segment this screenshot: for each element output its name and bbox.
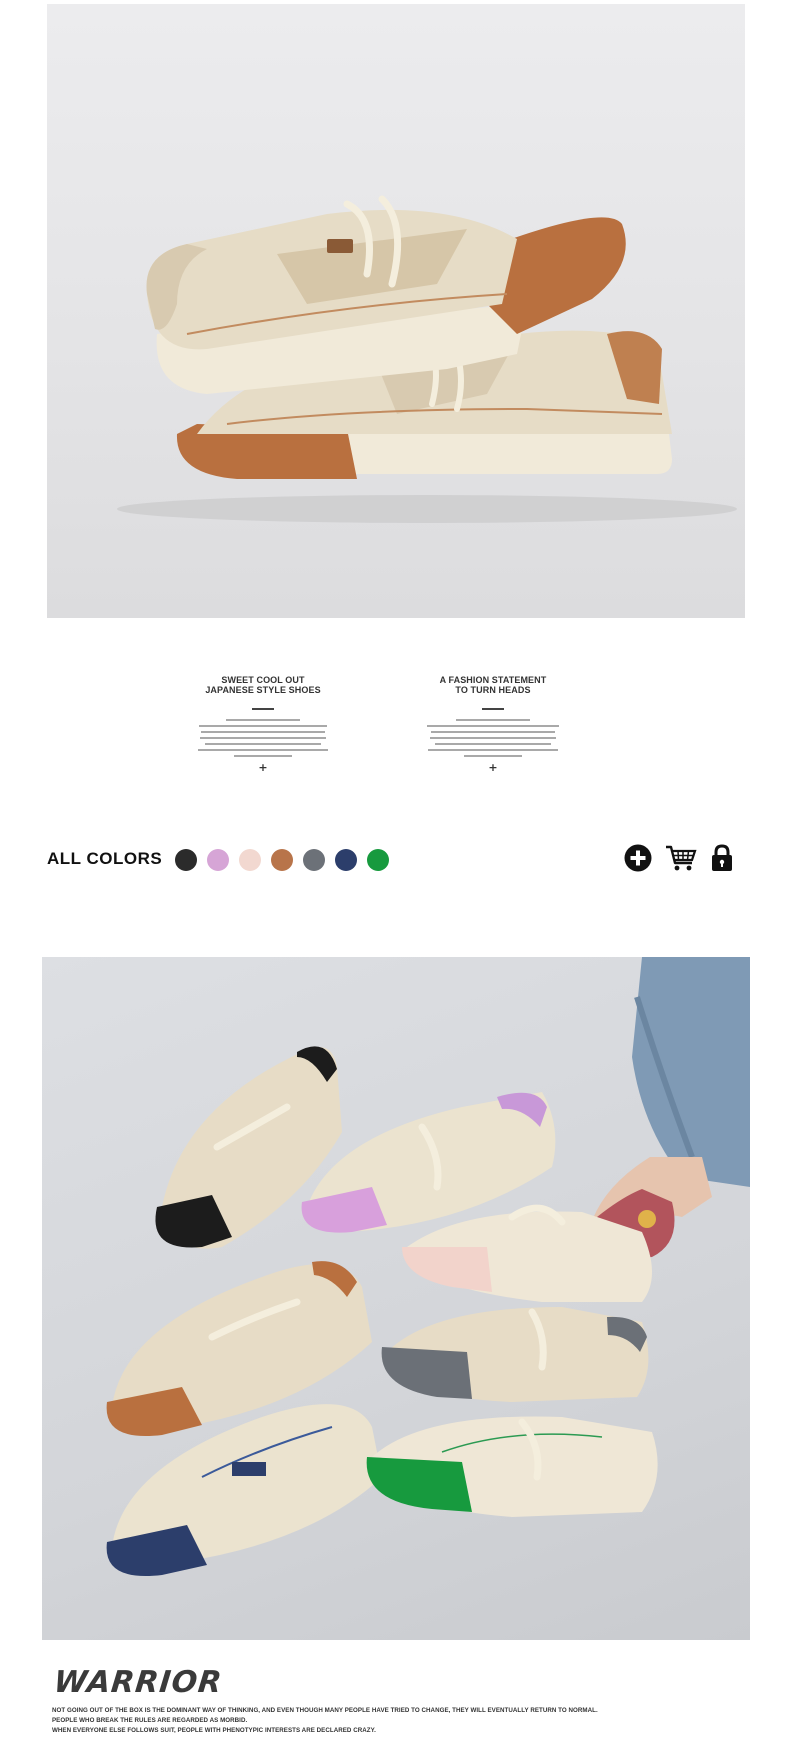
brand-tagline-line: WHEN EVERYONE ELSE FOLLOWS SUIT, PEOPLE … [52, 1727, 376, 1734]
cart-icon[interactable] [664, 843, 698, 873]
feature-plus[interactable]: + [408, 762, 578, 773]
color-swatch-lilac[interactable] [207, 849, 229, 871]
feature-body-text [408, 719, 578, 757]
feature-title: A FASHION STATEMENT TO TURN HEADS [408, 675, 578, 695]
lock-icon[interactable] [709, 843, 735, 873]
feature-column-1: SWEET COOL OUT JAPANESE STYLE SHOES + [178, 675, 348, 773]
sneaker-grey [381, 1307, 649, 1402]
brand-tagline-line: NOT GOING OUT OF THE BOX IS THE DOMINANT… [52, 1707, 598, 1714]
color-swatch-pink[interactable] [239, 849, 261, 871]
feature-title-line: JAPANESE STYLE SHOES [205, 685, 321, 695]
feature-title-line: TO TURN HEADS [455, 685, 531, 695]
feature-body-text [178, 719, 348, 757]
feature-divider [482, 708, 504, 710]
feature-title: SWEET COOL OUT JAPANESE STYLE SHOES [178, 675, 348, 695]
feature-title-line: SWEET COOL OUT [221, 675, 305, 685]
color-swatch-black[interactable] [175, 849, 197, 871]
hero-product-photo [47, 4, 745, 618]
feature-column-2: A FASHION STATEMENT TO TURN HEADS + [408, 675, 578, 773]
color-swatch-navy[interactable] [335, 849, 357, 871]
color-swatch-caramel[interactable] [271, 849, 293, 871]
sneaker-green [366, 1416, 658, 1517]
feature-divider [252, 708, 274, 710]
color-lineup-photo [42, 957, 750, 1640]
add-icon[interactable] [623, 843, 653, 873]
all-colors-label: ALL COLORS [47, 849, 163, 868]
model-leg [590, 957, 750, 1262]
brand-title: WARRIOR [52, 1665, 225, 1700]
color-swatch-green[interactable] [367, 849, 389, 871]
brand-tagline-line: PEOPLE WHO BREAK THE RULES ARE REGARDED … [52, 1717, 248, 1724]
color-swatch-grey[interactable] [303, 849, 325, 871]
feature-plus[interactable]: + [178, 762, 348, 773]
feature-title-line: A FASHION STATEMENT [439, 675, 547, 685]
